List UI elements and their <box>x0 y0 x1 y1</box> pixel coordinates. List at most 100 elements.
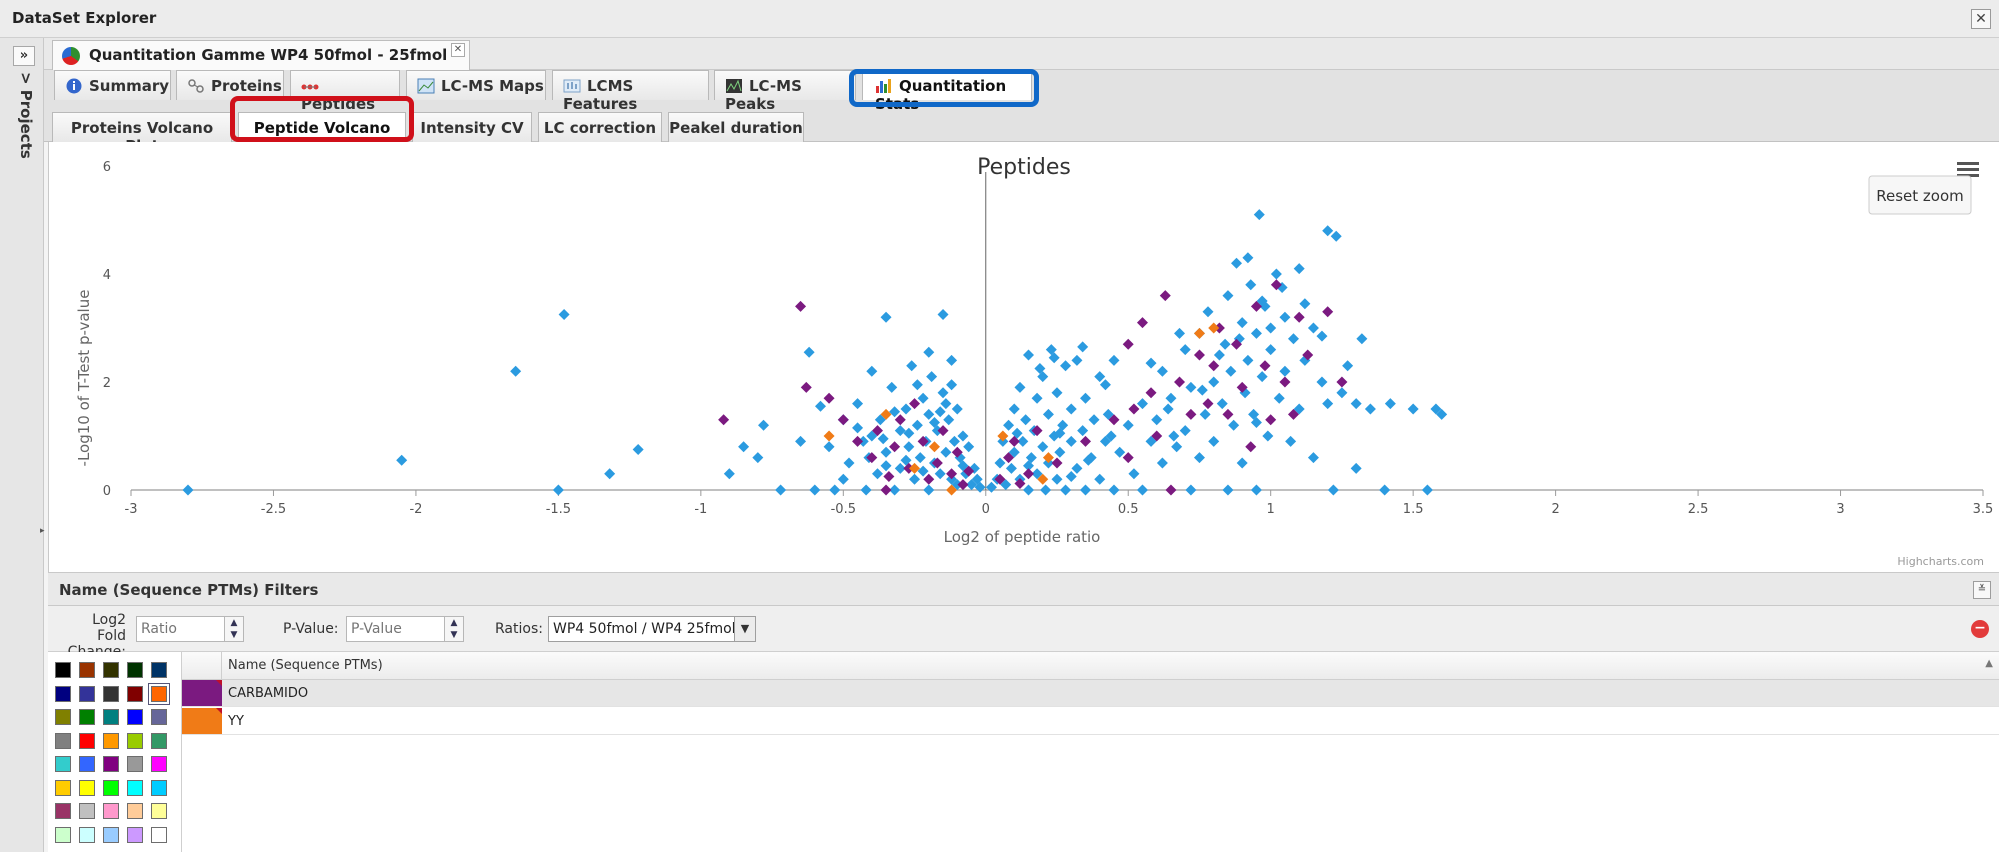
data-point[interactable] <box>877 433 889 445</box>
data-point[interactable] <box>1185 408 1197 420</box>
data-point[interactable] <box>889 406 901 418</box>
data-point[interactable] <box>1208 322 1220 334</box>
data-point[interactable] <box>1253 209 1265 221</box>
data-point[interactable] <box>1099 379 1111 391</box>
data-point[interactable] <box>1222 408 1234 420</box>
data-point[interactable] <box>1342 360 1354 372</box>
color-swatch[interactable] <box>79 709 95 725</box>
data-point[interactable] <box>1065 435 1077 447</box>
spin-down-icon[interactable]: ▼ <box>445 629 463 641</box>
ratios-select[interactable]: WP4 50fmol / WP4 25fmol <box>548 616 736 642</box>
data-point[interactable] <box>1222 484 1234 496</box>
tab-summary[interactable]: Summary <box>54 70 171 100</box>
data-point[interactable] <box>903 427 915 439</box>
data-point[interactable] <box>909 473 921 485</box>
data-point[interactable] <box>1208 376 1220 388</box>
data-point[interactable] <box>1265 322 1277 334</box>
data-point[interactable] <box>937 309 949 320</box>
data-point[interactable] <box>1293 311 1305 323</box>
table-row[interactable]: CARBAMIDO <box>182 680 1999 707</box>
data-point[interactable] <box>1350 398 1362 410</box>
data-point[interactable] <box>1202 398 1214 410</box>
color-swatch[interactable] <box>103 662 119 678</box>
data-point[interactable] <box>1273 392 1285 404</box>
data-point[interactable] <box>815 400 827 412</box>
data-point[interactable] <box>1285 435 1297 447</box>
data-point[interactable] <box>1014 381 1026 393</box>
color-swatch[interactable] <box>127 826 143 843</box>
data-point[interactable] <box>1242 354 1254 366</box>
data-point[interactable] <box>883 471 895 482</box>
data-point[interactable] <box>1350 462 1362 474</box>
data-point[interactable] <box>957 430 969 442</box>
projects-label[interactable]: > Projects <box>17 72 35 159</box>
data-point[interactable] <box>1279 311 1291 323</box>
color-swatch[interactable] <box>151 662 167 678</box>
data-point[interactable] <box>1265 414 1277 426</box>
data-point[interactable] <box>917 465 929 477</box>
data-point[interactable] <box>1088 414 1100 426</box>
data-point[interactable] <box>866 365 878 377</box>
data-point[interactable] <box>723 468 735 480</box>
color-swatch[interactable] <box>103 756 119 772</box>
data-point[interactable] <box>758 419 770 431</box>
data-point[interactable] <box>911 379 923 391</box>
color-swatch[interactable] <box>127 709 143 725</box>
data-point[interactable] <box>894 414 906 426</box>
color-swatch[interactable] <box>55 803 71 819</box>
data-point[interactable] <box>1051 473 1063 485</box>
data-point[interactable] <box>803 346 815 358</box>
color-swatch[interactable] <box>79 662 95 678</box>
data-point[interactable] <box>1322 398 1334 410</box>
data-point[interactable] <box>1108 354 1120 366</box>
data-point[interactable] <box>948 435 960 447</box>
data-point[interactable] <box>934 406 946 418</box>
data-point[interactable] <box>860 484 872 496</box>
data-point[interactable] <box>1228 419 1240 431</box>
data-point[interactable] <box>800 381 812 393</box>
splitter-arrow-icon[interactable]: ▸ <box>40 526 45 536</box>
data-point[interactable] <box>795 300 807 312</box>
data-point[interactable] <box>886 381 898 393</box>
data-point[interactable] <box>1079 484 1091 496</box>
data-point[interactable] <box>1128 468 1140 480</box>
data-point[interactable] <box>1168 430 1180 442</box>
color-swatch[interactable] <box>127 756 143 772</box>
expand-sidebar-button[interactable]: » <box>13 46 35 66</box>
color-swatch[interactable] <box>127 685 143 702</box>
p-value-spinner[interactable]: ▲ ▼ <box>444 616 464 642</box>
data-point[interactable] <box>1179 344 1191 356</box>
data-point[interactable] <box>1151 414 1163 426</box>
log2-spinner[interactable]: ▲ ▼ <box>224 616 244 642</box>
data-point[interactable] <box>923 473 935 485</box>
data-point[interactable] <box>880 460 892 472</box>
data-point[interactable] <box>1122 419 1134 431</box>
data-point[interactable] <box>1307 322 1319 334</box>
data-point[interactable] <box>1023 484 1035 496</box>
data-point[interactable] <box>1122 452 1134 464</box>
data-point[interactable] <box>946 379 958 391</box>
data-point[interactable] <box>1336 387 1348 399</box>
color-swatch[interactable] <box>55 732 71 749</box>
data-point[interactable] <box>1071 354 1083 366</box>
data-point[interactable] <box>928 441 940 453</box>
color-swatch[interactable] <box>79 779 95 796</box>
data-point[interactable] <box>1042 408 1054 420</box>
menu-icon[interactable] <box>1957 162 1979 177</box>
data-point[interactable] <box>1031 392 1043 404</box>
color-swatch[interactable] <box>151 826 167 843</box>
data-point[interactable] <box>1208 435 1220 447</box>
color-swatch[interactable] <box>127 779 143 796</box>
data-point[interactable] <box>1307 452 1319 464</box>
data-point[interactable] <box>946 354 958 366</box>
data-point[interactable] <box>1327 484 1339 496</box>
data-point[interactable] <box>1060 360 1072 372</box>
highcharts-credits[interactable]: Highcharts.com <box>1897 555 1984 568</box>
data-point[interactable] <box>1185 381 1197 393</box>
data-point[interactable] <box>1079 435 1091 447</box>
data-point[interactable] <box>917 392 929 404</box>
data-point[interactable] <box>396 454 408 466</box>
data-point[interactable] <box>1259 360 1271 372</box>
data-point[interactable] <box>926 371 938 383</box>
color-swatch[interactable] <box>55 756 71 772</box>
